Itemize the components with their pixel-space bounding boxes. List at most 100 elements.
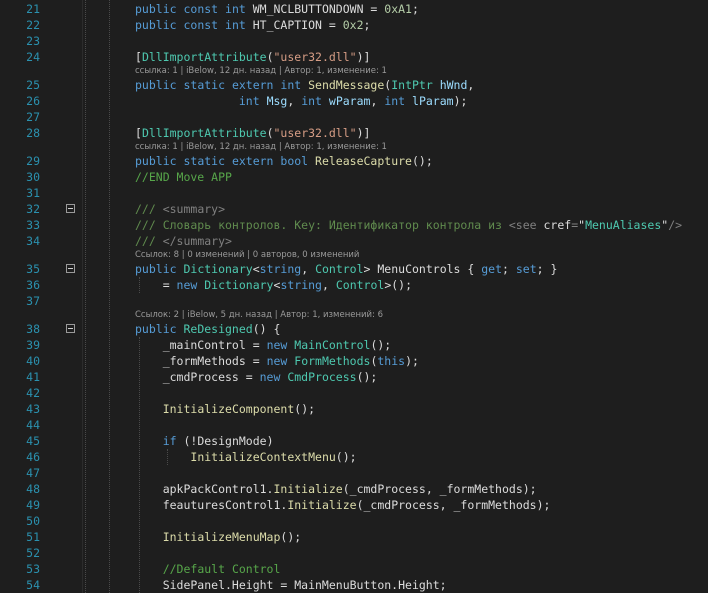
collapse-icon[interactable]: [66, 264, 75, 273]
code-token: [: [135, 126, 142, 140]
code-token: hWnd: [439, 78, 468, 92]
code-token: Initialize: [273, 482, 343, 496]
code-line[interactable]: 40 _formMethods = new FormMethods(this);: [0, 353, 708, 369]
code-text[interactable]: apkPackControl1.Initialize(_cmdProcess, …: [135, 481, 537, 497]
collapse-icon[interactable]: [66, 204, 75, 213]
code-token: ();: [335, 450, 357, 464]
code-token: FormMethods: [294, 354, 371, 368]
code-text[interactable]: /// </summary>: [135, 233, 232, 249]
code-token: Control: [335, 278, 385, 292]
code-text[interactable]: feauturesControl1.Initialize(_cmdProcess…: [135, 497, 551, 513]
code-token: this: [377, 354, 406, 368]
code-editor[interactable]: 21 public const int WM_NCLBUTTONDOWN = 0x…: [0, 0, 708, 593]
code-line[interactable]: 51 InitializeMenuMap();: [0, 529, 708, 545]
codelens-text[interactable]: Ссылок: 8 | 0 изменений | 0 авторов, 0 и…: [135, 249, 359, 261]
code-text[interactable]: _mainControl = new MainControl();: [135, 337, 392, 353]
line-number: 37: [26, 294, 40, 308]
collapse-icon[interactable]: [66, 324, 75, 333]
code-text[interactable]: public static extern bool ReleaseCapture…: [135, 153, 433, 169]
code-line[interactable]: 23: [0, 33, 708, 49]
code-text[interactable]: //Default Control: [135, 561, 281, 577]
code-line[interactable]: 35 public Dictionary<string, Control> Men…: [0, 261, 708, 277]
code-line[interactable]: 53 //Default Control: [0, 561, 708, 577]
code-line[interactable]: 33 /// Словарь контролов. Key: Идентифика…: [0, 217, 708, 233]
indent-guide: [167, 449, 168, 465]
code-text[interactable]: public static extern int SendMessage(Int…: [135, 77, 474, 93]
line-number: 23: [26, 34, 40, 48]
code-line[interactable]: 49 feauturesControl1.Initialize(_cmdProc…: [0, 497, 708, 513]
code-text[interactable]: InitializeContextMenu();: [135, 449, 357, 465]
code-text[interactable]: public const int HT_CAPTION = 0x2;: [135, 17, 370, 33]
code-text[interactable]: _cmdProcess = new CmdProcess();: [135, 369, 378, 385]
codelens-info[interactable]: ссылка: 1 | iBelow, 12 дн. назад | Автор…: [0, 141, 708, 153]
code-token: Msg: [266, 94, 288, 108]
code-token: const: [183, 18, 226, 32]
code-line[interactable]: 45 if (!DesignMode): [0, 433, 708, 449]
code-text[interactable]: /// <summary>: [135, 201, 225, 217]
code-line[interactable]: 48 apkPackControl1.Initialize(_cmdProces…: [0, 481, 708, 497]
code-line[interactable]: 42: [0, 385, 708, 401]
code-token: (: [266, 50, 274, 64]
codelens-text[interactable]: ссылка: 1 | iBelow, 12 дн. назад | Автор…: [135, 141, 387, 153]
code-line[interactable]: 28 [DllImportAttribute("user32.dll")]: [0, 125, 708, 141]
code-line[interactable]: 21 public const int WM_NCLBUTTONDOWN = 0x…: [0, 1, 708, 17]
code-line[interactable]: 46 InitializeContextMenu();: [0, 449, 708, 465]
code-text[interactable]: if (!DesignMode): [135, 433, 274, 449]
code-text[interactable]: /// Словарь контролов. Key: Идентификато…: [135, 217, 682, 233]
code-text[interactable]: InitializeComponent();: [135, 401, 315, 417]
code-token: ,: [467, 78, 475, 92]
code-text[interactable]: [DllImportAttribute("user32.dll")]: [135, 125, 370, 141]
code-line[interactable]: 34 /// </summary>: [0, 233, 708, 249]
code-line[interactable]: 50: [0, 513, 708, 529]
code-line[interactable]: 38 public ReDesigned() {: [0, 321, 708, 337]
code-line[interactable]: 36 = new Dictionary<string, Control>();: [0, 277, 708, 293]
code-line[interactable]: 32 /// <summary>: [0, 201, 708, 217]
code-line[interactable]: 26 int Msg, int wParam, int lParam);: [0, 93, 708, 109]
code-line[interactable]: 52: [0, 545, 708, 561]
code-line[interactable]: 29 public static extern bool ReleaseCaptu…: [0, 153, 708, 169]
code-token: int: [280, 78, 309, 92]
code-text[interactable]: InitializeMenuMap();: [135, 529, 301, 545]
code-text[interactable]: public ReDesigned() {: [135, 321, 280, 337]
code-text[interactable]: public const int WM_NCLBUTTONDOWN = 0xA1…: [135, 1, 419, 17]
code-token: (!DesignMode): [183, 434, 274, 448]
code-token: //Default Control: [162, 562, 281, 576]
code-line[interactable]: 47: [0, 465, 708, 481]
codelens-info[interactable]: Ссылок: 8 | 0 изменений | 0 авторов, 0 и…: [0, 249, 708, 261]
code-line[interactable]: 43 InitializeComponent();: [0, 401, 708, 417]
code-line[interactable]: 30 //END Move APP: [0, 169, 708, 185]
code-text[interactable]: [DllImportAttribute("user32.dll")]: [135, 49, 370, 65]
code-line[interactable]: 39 _mainControl = new MainControl();: [0, 337, 708, 353]
code-text[interactable]: = new Dictionary<string, Control>();: [135, 277, 412, 293]
code-text[interactable]: int Msg, int wParam, int lParam);: [135, 93, 468, 109]
code-token: 0x2: [342, 18, 364, 32]
code-text[interactable]: //END Move APP: [135, 169, 232, 185]
codelens-text[interactable]: ссылка: 1 | iBelow, 12 дн. назад | Автор…: [135, 65, 387, 77]
code-line[interactable]: 25 public static extern int SendMessage(I…: [0, 77, 708, 93]
indent-guide: [109, 0, 110, 593]
code-line[interactable]: 27: [0, 109, 708, 125]
codelens-text[interactable]: Ссылок: 2 | iBelow, 5 дн. назад | Автор:…: [135, 309, 383, 321]
code-line[interactable]: 24 [DllImportAttribute("user32.dll")]: [0, 49, 708, 65]
line-number: 48: [26, 482, 40, 496]
codelens-info[interactable]: ссылка: 1 | iBelow, 12 дн. назад | Автор…: [0, 65, 708, 77]
code-text[interactable]: public Dictionary<string, Control> MenuC…: [135, 261, 557, 277]
code-line[interactable]: 22 public const int HT_CAPTION = 0x2;: [0, 17, 708, 33]
code-token: int: [384, 94, 413, 108]
code-token: public: [135, 262, 184, 276]
line-number: 34: [26, 234, 40, 248]
code-line[interactable]: 54 SidePanel.Height = MainMenuButton.Hei…: [0, 577, 708, 593]
code-line[interactable]: 31: [0, 185, 708, 201]
code-token: "user32.dll": [273, 50, 357, 64]
code-token: public: [135, 322, 184, 336]
code-line[interactable]: 44: [0, 417, 708, 433]
code-line[interactable]: 41 _cmdProcess = new CmdProcess();: [0, 369, 708, 385]
code-text[interactable]: SidePanel.Height = MainMenuButton.Height…: [135, 577, 447, 593]
code-line[interactable]: 37: [0, 293, 708, 309]
code-token: Dictionary: [183, 262, 253, 276]
code-token: ,: [287, 94, 302, 108]
code-text[interactable]: _formMethods = new FormMethods(this);: [135, 353, 419, 369]
codelens-info[interactable]: Ссылок: 2 | iBelow, 5 дн. назад | Автор:…: [0, 309, 708, 321]
code-token: Control: [315, 262, 364, 276]
line-number: 47: [26, 466, 40, 480]
